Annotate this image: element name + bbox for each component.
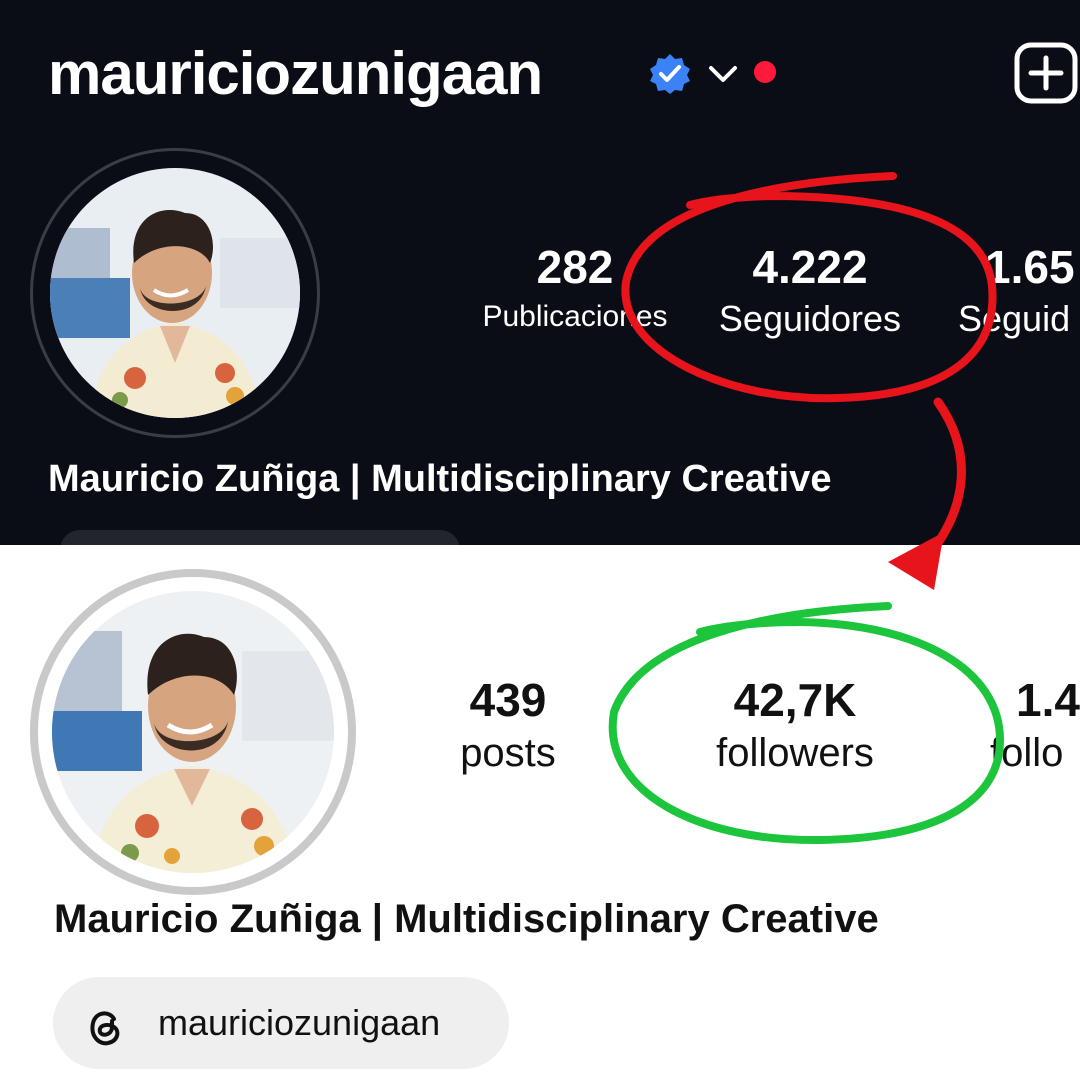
green-circle-annotation: [608, 602, 1005, 845]
arrow-head-annotation: [888, 532, 944, 590]
red-circle-annotation: [621, 172, 997, 403]
annotation-layer: [608, 172, 1005, 845]
